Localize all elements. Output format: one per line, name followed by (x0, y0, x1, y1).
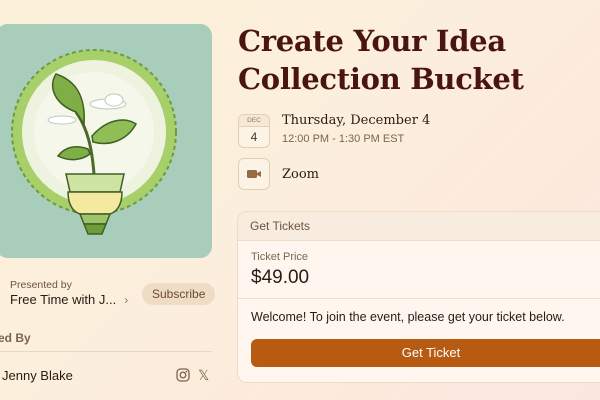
chevron-right-icon: › (124, 292, 129, 307)
event-date: Thursday, December 4 (282, 113, 431, 128)
event-location: Zoom (282, 167, 320, 182)
instagram-icon[interactable] (176, 368, 190, 382)
get-ticket-button[interactable]: Get Ticket (251, 339, 600, 367)
hosted-by-label: ed By (0, 331, 31, 345)
event-time: 12:00 PM - 1:30 PM EST (282, 133, 405, 145)
calendar-date-icon: DEC 4 (238, 114, 270, 148)
host-calendar-link[interactable]: Free Time with J... › (10, 292, 128, 307)
calendar-day: 4 (250, 130, 258, 144)
event-title: Create Your Idea Collection Bucket (238, 24, 524, 96)
divider (238, 298, 600, 299)
divider (0, 351, 212, 352)
ticket-price-label: Ticket Price (251, 251, 309, 263)
x-icon[interactable]: 𝕏 (198, 367, 209, 384)
host-person-name[interactable]: Jenny Blake (2, 368, 73, 383)
subscribe-button[interactable]: Subscribe (142, 283, 216, 305)
tickets-card: Get Tickets Ticket Price $49.00 Welcome!… (237, 211, 600, 383)
calendar-month: DEC (239, 115, 269, 127)
ticket-price: $49.00 (251, 267, 310, 288)
video-camera-icon (238, 158, 270, 190)
welcome-message: Welcome! To join the event, please get y… (251, 310, 565, 324)
event-cover-image (0, 24, 212, 258)
tickets-header: Get Tickets (238, 212, 600, 241)
presented-by-label: Presented by (10, 279, 72, 291)
host-name: Free Time with J... (10, 292, 117, 307)
